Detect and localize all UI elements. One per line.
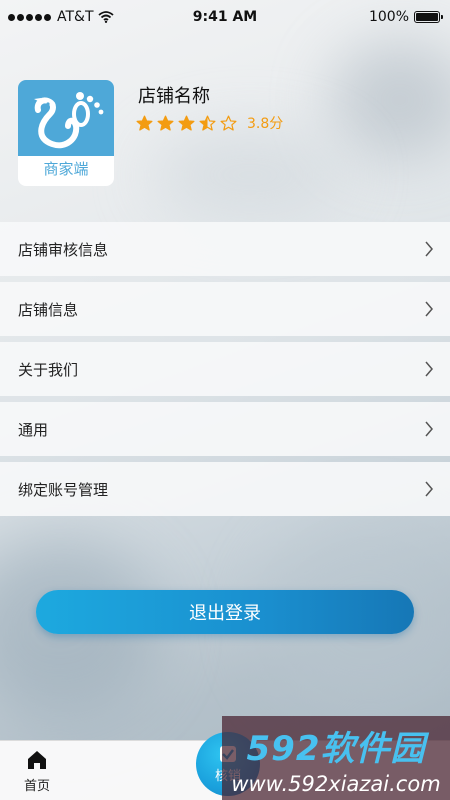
battery-icon — [414, 11, 443, 23]
menu-item-about-us[interactable]: 关于我们 — [0, 342, 450, 396]
menu-item-label: 绑定账号管理 — [18, 480, 109, 499]
menu-item-review-info[interactable]: 店铺审核信息 — [0, 222, 450, 276]
star-icon — [199, 115, 216, 131]
chevron-right-icon — [425, 481, 433, 497]
menu-item-general[interactable]: 通用 — [0, 402, 450, 456]
logout-button[interactable]: 退出登录 — [36, 590, 414, 634]
watermark-title: 592软件园 — [246, 728, 426, 769]
home-icon — [28, 751, 46, 769]
status-bar: AT&T 9:41 AM 100% — [0, 0, 450, 34]
status-right: 100% — [368, 9, 443, 25]
chevron-right-icon — [425, 241, 433, 257]
battery-fill — [416, 13, 438, 21]
tab-home[interactable]: 首页 — [12, 749, 62, 797]
store-header: 商家端 店铺名称 3.8分 — [18, 80, 438, 190]
star-icon — [157, 115, 174, 131]
chevron-right-icon — [425, 361, 433, 377]
star-icon — [136, 115, 153, 131]
menu-item-label: 关于我们 — [18, 360, 79, 379]
menu-item-label: 店铺信息 — [18, 300, 79, 319]
watermark: 592软件园 www.592xiazai.com — [222, 716, 450, 800]
star-icon — [220, 115, 237, 131]
store-rating: 3.8分 — [136, 113, 283, 133]
footprint-logo-icon — [34, 92, 104, 149]
logo-label: 商家端 — [43, 160, 89, 178]
menu-item-store-info[interactable]: 店铺信息 — [0, 282, 450, 336]
menu-item-label: 店铺审核信息 — [18, 240, 109, 259]
store-name: 店铺名称 — [138, 86, 210, 107]
rating-score: 3.8分 — [247, 116, 284, 132]
battery-percent: 100% — [368, 9, 409, 25]
star-icon — [178, 115, 195, 131]
logo-graphic — [18, 80, 114, 156]
chevron-right-icon — [425, 301, 433, 317]
chevron-right-icon — [425, 421, 433, 437]
store-logo[interactable]: 商家端 — [18, 80, 114, 186]
tab-home-label: 首页 — [23, 779, 50, 794]
menu-item-label: 通用 — [18, 420, 49, 439]
menu-item-account-binding[interactable]: 绑定账号管理 — [0, 462, 450, 516]
watermark-url: www.592xiazai.com — [231, 771, 441, 796]
